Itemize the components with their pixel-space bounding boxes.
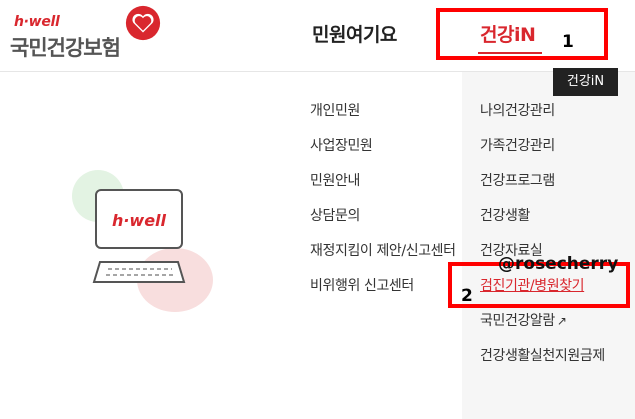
menu-item-health-alarm[interactable]: 국민건강알람 ↗ bbox=[480, 310, 630, 332]
menu-item-family-health[interactable]: 가족건강관리 bbox=[480, 135, 630, 157]
menu-item-finance-report[interactable]: 재정지킴이 제안/신고센터 bbox=[310, 240, 460, 262]
nav-minwon[interactable]: 민원여기요 bbox=[312, 20, 397, 47]
menu-item-health-support[interactable]: 건강생활실천지원금제 bbox=[480, 345, 630, 367]
health-menu: 나의건강관리 가족건강관리 건강프로그램 건강생활 건강자료실 검진기관/병원찾… bbox=[480, 100, 630, 380]
menu-item-health-program[interactable]: 건강프로그램 bbox=[480, 170, 630, 192]
menu-item-health-life[interactable]: 건강생활 bbox=[480, 205, 630, 227]
logo-brand[interactable]: h·well bbox=[14, 14, 60, 30]
annotation-number-2: 2 bbox=[461, 286, 473, 306]
nav-tooltip: 건강iN bbox=[553, 68, 618, 96]
logo-name[interactable]: 국민건강보험 bbox=[10, 32, 121, 62]
annotation-box-1 bbox=[436, 8, 608, 60]
computer-illustration: h·well bbox=[72, 170, 213, 312]
menu-item-consultation[interactable]: 상담문의 bbox=[310, 205, 460, 227]
minwon-menu: 개인민원 사업장민원 민원안내 상담문의 재정지킴이 제안/신고센터 비위행위 … bbox=[310, 100, 460, 310]
screen-brand-text: h·well bbox=[112, 211, 167, 230]
watermark-text: @rosecherry bbox=[498, 254, 619, 274]
health-alarm-label: 국민건강알람 bbox=[480, 313, 555, 329]
menu-item-business-minwon[interactable]: 사업장민원 bbox=[310, 135, 460, 157]
menu-item-personal-minwon[interactable]: 개인민원 bbox=[310, 100, 460, 122]
menu-item-misconduct-report[interactable]: 비위행위 신고센터 bbox=[310, 275, 460, 297]
menu-item-minwon-guide[interactable]: 민원안내 bbox=[310, 170, 460, 192]
annotation-number-1: 1 bbox=[562, 32, 574, 52]
external-link-icon: ↗ bbox=[556, 314, 567, 328]
menu-item-my-health[interactable]: 나의건강관리 bbox=[480, 100, 630, 122]
heart-logo-icon bbox=[125, 5, 161, 41]
